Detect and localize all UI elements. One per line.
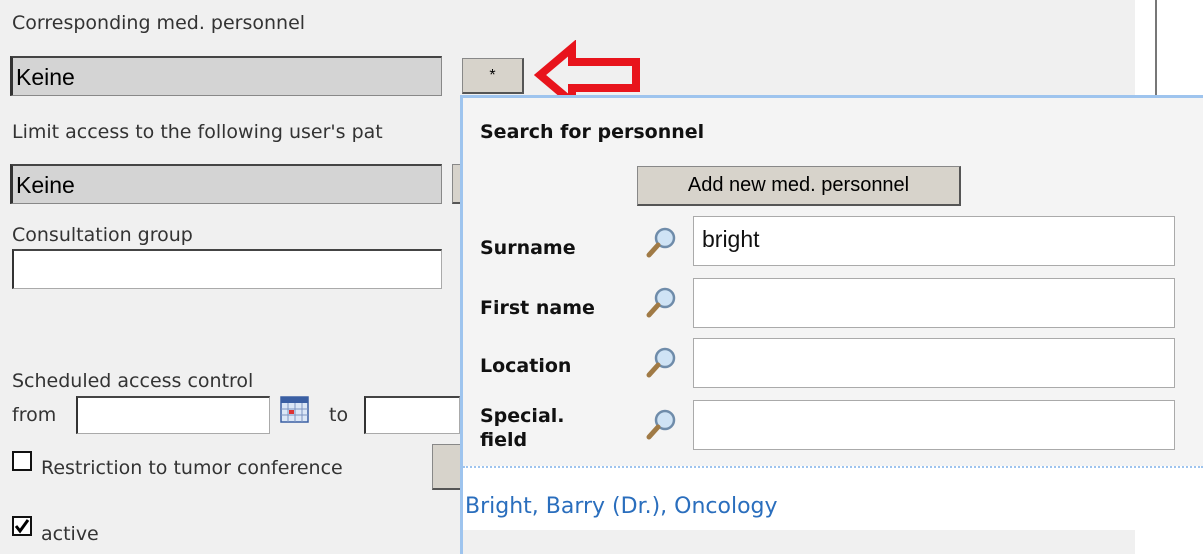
first-name-label: First name — [480, 297, 595, 319]
corresponding-label: Corresponding med. personnel — [12, 12, 306, 34]
to-date-input[interactable] — [364, 396, 460, 434]
consultation-group-input[interactable] — [12, 249, 442, 289]
consultation-group-label: Consultation group — [12, 224, 193, 246]
special-field-label: Special. field — [480, 404, 565, 452]
special-field-label-line2: field — [480, 429, 528, 451]
from-date-input[interactable] — [76, 396, 270, 434]
search-results: Bright, Barry (Dr.), Oncology — [463, 466, 1203, 530]
surname-label: Surname — [480, 237, 576, 259]
first-name-input[interactable] — [693, 278, 1175, 328]
surname-search-icon[interactable] — [645, 226, 679, 260]
special-field-label-line1: Special. — [480, 405, 565, 427]
surname-input[interactable]: bright — [693, 216, 1175, 266]
checkmark-icon — [14, 519, 30, 534]
first-name-search-icon[interactable] — [645, 286, 679, 320]
limit-access-label: Limit access to the following user's pat — [12, 121, 383, 143]
location-input[interactable] — [693, 338, 1175, 388]
location-search-icon[interactable] — [645, 346, 679, 380]
to-label: to — [329, 404, 349, 426]
scheduled-access-label: Scheduled access control — [12, 370, 254, 392]
search-personnel-popup: Search for personnel Add new med. person… — [460, 95, 1203, 530]
window-divider — [1155, 0, 1157, 100]
popup-title: Search for personnel — [480, 121, 705, 143]
popup-edge — [460, 425, 463, 554]
restriction-checkbox[interactable] — [12, 451, 32, 471]
calendar-icon[interactable] — [280, 396, 310, 424]
location-label: Location — [480, 355, 572, 377]
select-personnel-button[interactable]: * — [462, 58, 524, 94]
add-new-personnel-button[interactable]: Add new med. personnel — [637, 166, 961, 206]
active-checkbox[interactable] — [12, 516, 32, 536]
restriction-button[interactable] — [432, 444, 462, 490]
restriction-label: Restriction to tumor conference — [41, 457, 343, 479]
from-label: from — [12, 404, 57, 426]
corresponding-field: Keine — [10, 56, 442, 96]
special-field-input[interactable] — [693, 400, 1175, 450]
search-result-item[interactable]: Bright, Barry (Dr.), Oncology — [465, 494, 778, 519]
special-field-search-icon[interactable] — [645, 408, 679, 442]
limit-access-field: Keine — [10, 164, 442, 204]
active-label: active — [41, 523, 99, 545]
